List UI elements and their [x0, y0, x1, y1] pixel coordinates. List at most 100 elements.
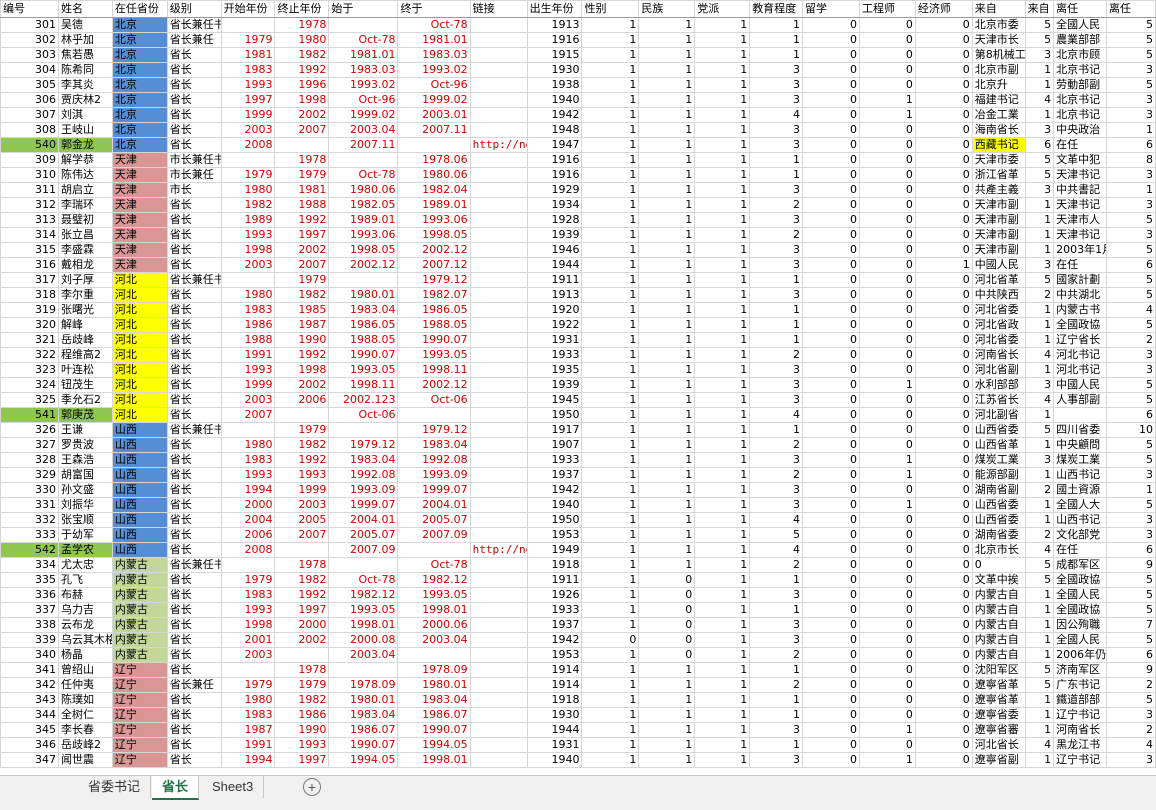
cell-src[interactable]: 湖南省委: [971, 527, 1026, 543]
cell-sex[interactable]: 1: [581, 347, 640, 363]
column-header[interactable]: 链接: [469, 0, 528, 18]
cell-from[interactable]: 1993.06: [328, 227, 399, 243]
cell-start[interactable]: 1980: [220, 182, 276, 198]
cell-destn[interactable]: 5: [1105, 497, 1156, 513]
cell-src[interactable]: 西藏书记: [971, 137, 1026, 153]
cell-birth[interactable]: 1940: [526, 497, 583, 513]
cell-edu[interactable]: 2: [749, 227, 804, 243]
cell-edu[interactable]: 4: [749, 512, 804, 528]
cell-from[interactable]: 2003.04: [328, 122, 399, 138]
cell-start[interactable]: [220, 17, 276, 33]
cell-dest[interactable]: 内蒙古书: [1053, 302, 1107, 318]
cell-econ[interactable]: 0: [914, 437, 973, 453]
cell-dest[interactable]: 因公殉職: [1053, 617, 1107, 633]
cell-destn[interactable]: 5: [1105, 32, 1156, 48]
cell-eng[interactable]: 0: [858, 317, 916, 333]
cell-sex[interactable]: 1: [581, 437, 640, 453]
cell-birth[interactable]: 1950: [526, 407, 583, 423]
cell-dest[interactable]: 北京书记: [1053, 107, 1107, 123]
cell-eng[interactable]: 0: [858, 662, 916, 678]
cell-level[interactable]: 省长: [166, 377, 222, 393]
cell-eng[interactable]: 0: [858, 437, 916, 453]
cell-dest[interactable]: 在任: [1053, 542, 1107, 558]
cell-name[interactable]: 岳歧峰2: [57, 737, 113, 753]
cell-destn[interactable]: 3: [1105, 197, 1156, 213]
cell-edu[interactable]: 2: [749, 557, 804, 573]
cell-dest[interactable]: 辽宁书记: [1053, 752, 1107, 768]
cell-end[interactable]: 1998: [274, 92, 330, 108]
cell-edu[interactable]: 1: [749, 692, 804, 708]
column-header[interactable]: 民族: [638, 0, 696, 18]
cell-abroad[interactable]: 0: [802, 227, 860, 243]
cell-start[interactable]: 1982: [220, 197, 276, 213]
cell-srcn[interactable]: 5: [1024, 17, 1055, 33]
cell-edu[interactable]: 3: [749, 617, 804, 633]
cell-eng[interactable]: 0: [858, 47, 916, 63]
cell-level[interactable]: 省长: [166, 362, 222, 378]
cell-econ[interactable]: 0: [914, 632, 973, 648]
cell-eng[interactable]: 0: [858, 152, 916, 168]
cell-destn[interactable]: 6: [1105, 407, 1156, 423]
cell-destn[interactable]: 5: [1105, 47, 1156, 63]
cell-end[interactable]: 1992: [274, 587, 330, 603]
cell-econ[interactable]: 0: [914, 167, 973, 183]
cell-econ[interactable]: 0: [914, 542, 973, 558]
cell-dest[interactable]: 國家計劃: [1053, 272, 1107, 288]
cell-edu[interactable]: 2: [749, 467, 804, 483]
cell-src[interactable]: 中國人民: [971, 257, 1026, 273]
cell-eng[interactable]: 0: [858, 677, 916, 693]
column-header[interactable]: 党派: [694, 0, 751, 18]
cell-dest[interactable]: [1053, 407, 1107, 423]
cell-to[interactable]: 1998.01: [397, 752, 471, 768]
cell-abroad[interactable]: 0: [802, 482, 860, 498]
cell-to[interactable]: 1983.04: [397, 437, 471, 453]
cell-eng[interactable]: 0: [858, 707, 916, 723]
cell-birth[interactable]: 1917: [526, 422, 583, 438]
cell-name[interactable]: 聂璧初: [57, 212, 113, 228]
cell-end[interactable]: 1982: [274, 692, 330, 708]
cell-eth[interactable]: 1: [638, 377, 696, 393]
cell-id[interactable]: 345: [0, 722, 59, 738]
cell-sex[interactable]: 1: [581, 647, 640, 663]
cell-prov[interactable]: 辽宁: [111, 707, 168, 723]
cell-link[interactable]: [469, 47, 528, 63]
cell-eth[interactable]: 1: [638, 152, 696, 168]
cell-from[interactable]: 2005.07: [328, 527, 399, 543]
cell-eng[interactable]: 0: [858, 272, 916, 288]
cell-start[interactable]: 1997: [220, 92, 276, 108]
cell-name[interactable]: 陈伟达: [57, 167, 113, 183]
cell-link[interactable]: [469, 452, 528, 468]
tab-sheet-3[interactable]: Sheet3: [202, 776, 265, 798]
cell-name[interactable]: 李尔重: [57, 287, 113, 303]
cell-name[interactable]: 全树仁: [57, 707, 113, 723]
cell-edu[interactable]: 1: [749, 572, 804, 588]
cell-eng[interactable]: 1: [858, 107, 916, 123]
cell-srcn[interactable]: 3: [1024, 377, 1055, 393]
cell-src[interactable]: 共產主義: [971, 182, 1026, 198]
cell-end[interactable]: 2002: [274, 632, 330, 648]
cell-party[interactable]: 1: [694, 347, 751, 363]
cell-level[interactable]: 省长: [166, 632, 222, 648]
cell-sex[interactable]: 1: [581, 467, 640, 483]
cell-name[interactable]: 孙文盛: [57, 482, 113, 498]
cell-name[interactable]: 季允石2: [57, 392, 113, 408]
cell-abroad[interactable]: 0: [802, 47, 860, 63]
cell-start[interactable]: 1979: [220, 572, 276, 588]
cell-start[interactable]: 2000: [220, 497, 276, 513]
cell-eth[interactable]: 1: [638, 407, 696, 423]
cell-eth[interactable]: 1: [638, 512, 696, 528]
cell-id[interactable]: 302: [0, 32, 59, 48]
cell-end[interactable]: 1978: [274, 662, 330, 678]
cell-eng[interactable]: 0: [858, 77, 916, 93]
cell-destn[interactable]: 5: [1105, 77, 1156, 93]
cell-link[interactable]: [469, 572, 528, 588]
cell-level[interactable]: 省长: [166, 287, 222, 303]
cell-eth[interactable]: 1: [638, 107, 696, 123]
cell-dest[interactable]: 天津市人: [1053, 212, 1107, 228]
cell-srcn[interactable]: 3: [1024, 257, 1055, 273]
cell-id[interactable]: 340: [0, 647, 59, 663]
cell-edu[interactable]: 1: [749, 422, 804, 438]
cell-level[interactable]: 省长: [166, 497, 222, 513]
cell-dest[interactable]: 北京市顾: [1053, 47, 1107, 63]
cell-econ[interactable]: 0: [914, 32, 973, 48]
